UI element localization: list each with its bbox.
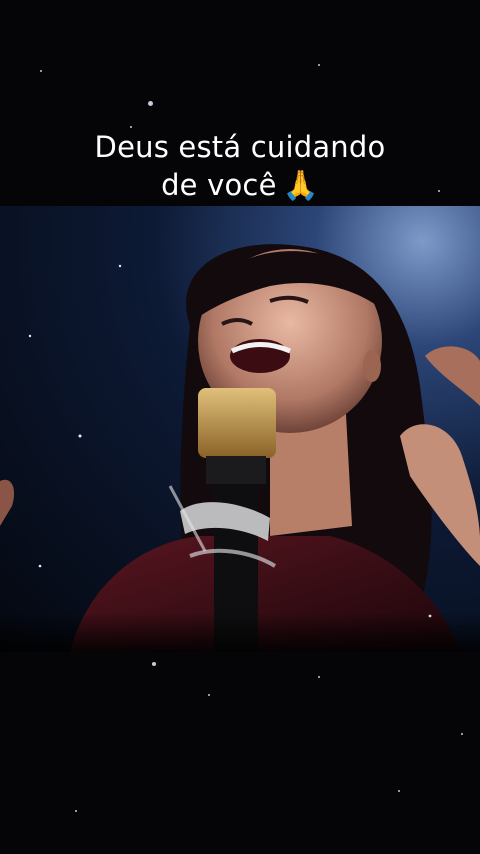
star	[40, 70, 42, 72]
star	[318, 676, 320, 678]
star	[148, 101, 153, 106]
star	[398, 790, 400, 792]
video-player-screen[interactable]: Deus está cuidando de você 🙏	[0, 0, 480, 854]
star	[152, 662, 156, 666]
singer-with-microphone-image	[0, 244, 480, 652]
star	[208, 694, 210, 696]
praying-hands-icon: 🙏	[282, 168, 319, 202]
video-bottom-fade	[0, 612, 480, 652]
video-frame[interactable]	[0, 206, 480, 652]
star	[75, 810, 77, 812]
caption-line-1: Deus está cuidando	[94, 130, 386, 164]
caption-line-2-text: de você	[161, 168, 277, 202]
star	[461, 733, 463, 735]
caption-text: Deus está cuidando de você 🙏	[0, 128, 480, 204]
caption-line-2: de você 🙏	[0, 166, 480, 204]
star	[318, 64, 320, 66]
